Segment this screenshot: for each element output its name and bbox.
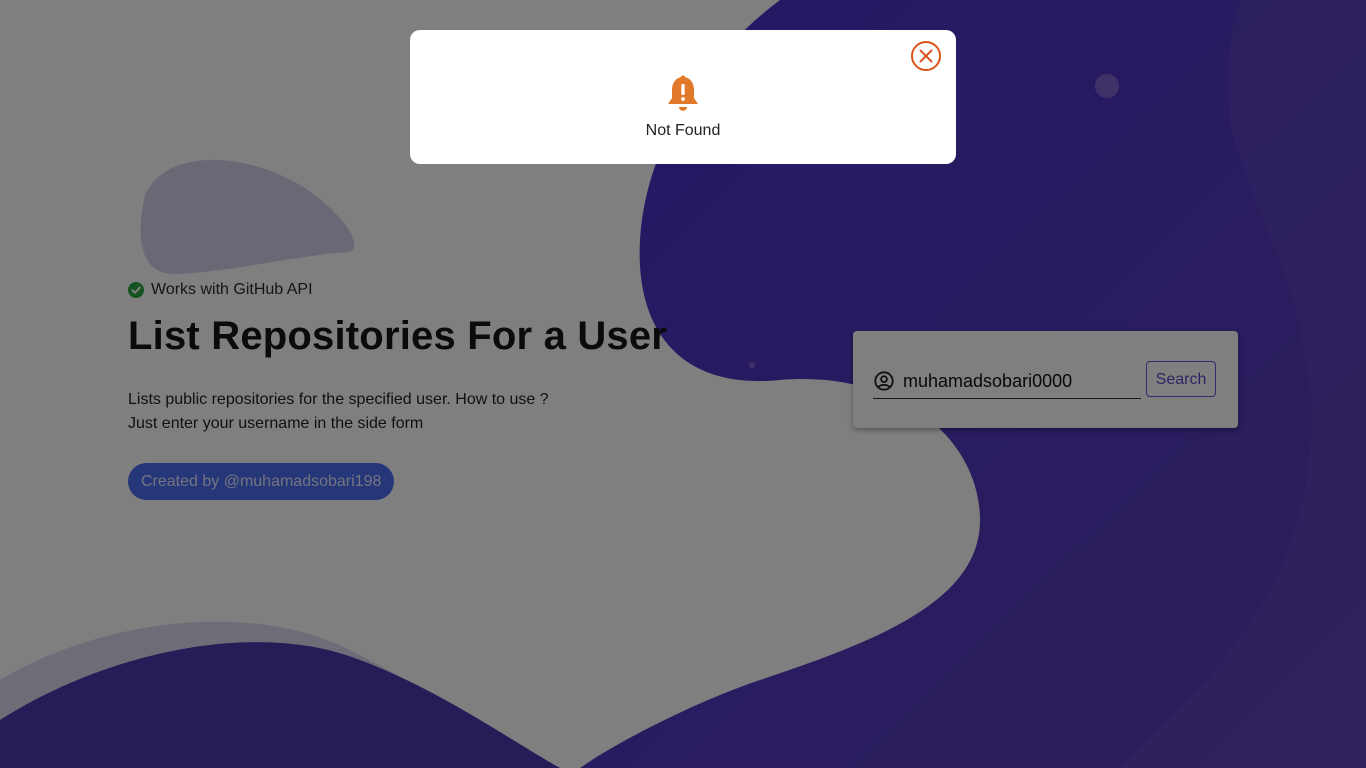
close-icon[interactable] [910, 40, 942, 72]
alert-modal: Not Found [410, 30, 956, 164]
bell-alert-icon [668, 75, 698, 111]
modal-message: Not Found [645, 122, 721, 139]
